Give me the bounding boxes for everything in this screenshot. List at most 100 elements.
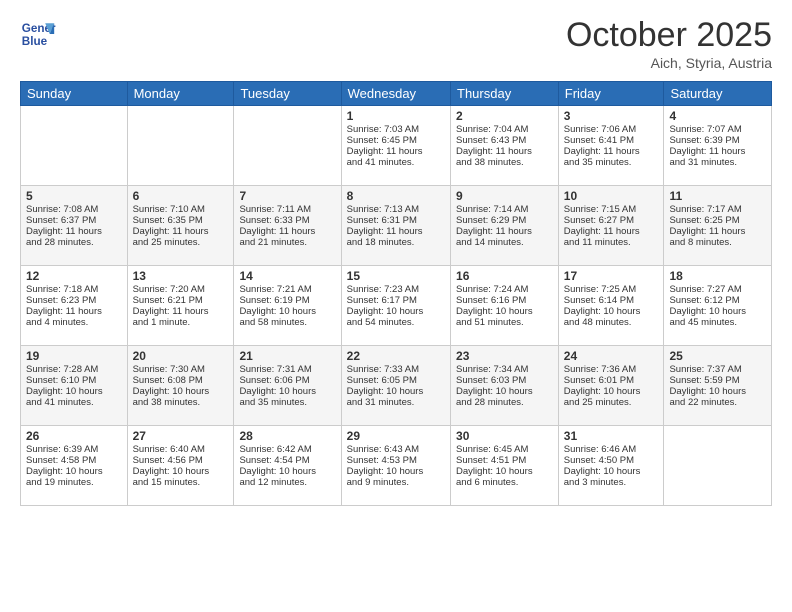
calendar-cell: 6Sunrise: 7:10 AMSunset: 6:35 PMDaylight…: [127, 186, 234, 266]
logo-icon: General Blue: [20, 16, 56, 52]
day-info: and 58 minutes.: [239, 317, 335, 328]
calendar-cell: 2Sunrise: 7:04 AMSunset: 6:43 PMDaylight…: [451, 106, 559, 186]
calendar-cell: 5Sunrise: 7:08 AMSunset: 6:37 PMDaylight…: [21, 186, 128, 266]
calendar-cell: 8Sunrise: 7:13 AMSunset: 6:31 PMDaylight…: [341, 186, 450, 266]
day-number: 1: [347, 109, 445, 123]
calendar-cell: [127, 106, 234, 186]
calendar-cell: 11Sunrise: 7:17 AMSunset: 6:25 PMDayligh…: [664, 186, 772, 266]
day-number: 17: [564, 269, 659, 283]
day-info: Daylight: 10 hours: [347, 386, 445, 397]
day-info: Daylight: 10 hours: [26, 466, 122, 477]
day-info: Daylight: 11 hours: [564, 146, 659, 157]
calendar-cell: 10Sunrise: 7:15 AMSunset: 6:27 PMDayligh…: [558, 186, 664, 266]
day-info: Daylight: 10 hours: [239, 386, 335, 397]
day-info: and 35 minutes.: [564, 157, 659, 168]
weekday-header-row: SundayMondayTuesdayWednesdayThursdayFrid…: [21, 82, 772, 106]
calendar-cell: 18Sunrise: 7:27 AMSunset: 6:12 PMDayligh…: [664, 266, 772, 346]
week-row-1: 1Sunrise: 7:03 AMSunset: 6:45 PMDaylight…: [21, 106, 772, 186]
day-number: 16: [456, 269, 553, 283]
day-info: Sunset: 6:35 PM: [133, 215, 229, 226]
day-info: and 41 minutes.: [26, 397, 122, 408]
day-info: Daylight: 10 hours: [347, 466, 445, 477]
day-number: 27: [133, 429, 229, 443]
day-info: Daylight: 11 hours: [456, 226, 553, 237]
day-info: Daylight: 10 hours: [26, 386, 122, 397]
day-info: Sunrise: 7:20 AM: [133, 284, 229, 295]
day-info: Sunrise: 7:06 AM: [564, 124, 659, 135]
day-info: Daylight: 10 hours: [669, 306, 766, 317]
day-number: 30: [456, 429, 553, 443]
weekday-header-wednesday: Wednesday: [341, 82, 450, 106]
day-info: Daylight: 10 hours: [133, 466, 229, 477]
calendar-cell: [234, 106, 341, 186]
day-info: and 41 minutes.: [347, 157, 445, 168]
day-info: Sunset: 6:33 PM: [239, 215, 335, 226]
calendar-cell: 20Sunrise: 7:30 AMSunset: 6:08 PMDayligh…: [127, 346, 234, 426]
day-info: Sunset: 6:03 PM: [456, 375, 553, 386]
day-info: Sunrise: 7:18 AM: [26, 284, 122, 295]
day-info: and 14 minutes.: [456, 237, 553, 248]
day-info: and 38 minutes.: [456, 157, 553, 168]
day-info: and 25 minutes.: [133, 237, 229, 248]
day-info: Sunrise: 7:37 AM: [669, 364, 766, 375]
day-info: Sunrise: 7:03 AM: [347, 124, 445, 135]
day-info: Sunrise: 7:08 AM: [26, 204, 122, 215]
day-info: Sunrise: 6:40 AM: [133, 444, 229, 455]
calendar-cell: 22Sunrise: 7:33 AMSunset: 6:05 PMDayligh…: [341, 346, 450, 426]
day-info: and 8 minutes.: [669, 237, 766, 248]
day-number: 25: [669, 349, 766, 363]
day-info: Sunrise: 7:31 AM: [239, 364, 335, 375]
day-number: 7: [239, 189, 335, 203]
day-info: and 28 minutes.: [26, 237, 122, 248]
calendar-cell: 26Sunrise: 6:39 AMSunset: 4:58 PMDayligh…: [21, 426, 128, 506]
day-number: 3: [564, 109, 659, 123]
day-info: and 38 minutes.: [133, 397, 229, 408]
day-info: Sunset: 4:54 PM: [239, 455, 335, 466]
day-info: Sunrise: 6:45 AM: [456, 444, 553, 455]
day-number: 13: [133, 269, 229, 283]
calendar-cell: 27Sunrise: 6:40 AMSunset: 4:56 PMDayligh…: [127, 426, 234, 506]
day-info: Daylight: 11 hours: [26, 306, 122, 317]
day-info: Sunrise: 7:34 AM: [456, 364, 553, 375]
day-info: Sunrise: 7:14 AM: [456, 204, 553, 215]
weekday-header-sunday: Sunday: [21, 82, 128, 106]
day-info: Sunrise: 7:28 AM: [26, 364, 122, 375]
day-info: Sunrise: 7:17 AM: [669, 204, 766, 215]
day-info: Sunset: 6:41 PM: [564, 135, 659, 146]
day-info: Daylight: 10 hours: [564, 466, 659, 477]
calendar-cell: 7Sunrise: 7:11 AMSunset: 6:33 PMDaylight…: [234, 186, 341, 266]
day-number: 21: [239, 349, 335, 363]
day-number: 4: [669, 109, 766, 123]
day-info: Sunrise: 7:11 AM: [239, 204, 335, 215]
day-number: 22: [347, 349, 445, 363]
calendar: SundayMondayTuesdayWednesdayThursdayFrid…: [20, 81, 772, 506]
day-info: Daylight: 11 hours: [26, 226, 122, 237]
day-info: Sunset: 4:56 PM: [133, 455, 229, 466]
day-info: Sunset: 6:10 PM: [26, 375, 122, 386]
day-number: 19: [26, 349, 122, 363]
day-info: Sunrise: 7:30 AM: [133, 364, 229, 375]
day-info: Sunrise: 6:42 AM: [239, 444, 335, 455]
day-number: 26: [26, 429, 122, 443]
week-row-3: 12Sunrise: 7:18 AMSunset: 6:23 PMDayligh…: [21, 266, 772, 346]
day-number: 15: [347, 269, 445, 283]
day-info: Sunset: 6:12 PM: [669, 295, 766, 306]
calendar-cell: 16Sunrise: 7:24 AMSunset: 6:16 PMDayligh…: [451, 266, 559, 346]
day-info: Daylight: 11 hours: [347, 226, 445, 237]
day-number: 24: [564, 349, 659, 363]
day-info: Daylight: 10 hours: [456, 386, 553, 397]
day-info: Daylight: 11 hours: [133, 226, 229, 237]
day-info: Sunset: 6:37 PM: [26, 215, 122, 226]
day-info: Sunrise: 6:46 AM: [564, 444, 659, 455]
day-info: and 35 minutes.: [239, 397, 335, 408]
day-info: and 31 minutes.: [669, 157, 766, 168]
day-info: Sunset: 6:06 PM: [239, 375, 335, 386]
day-info: and 21 minutes.: [239, 237, 335, 248]
calendar-cell: 13Sunrise: 7:20 AMSunset: 6:21 PMDayligh…: [127, 266, 234, 346]
weekday-header-friday: Friday: [558, 82, 664, 106]
logo: General Blue: [20, 16, 60, 52]
day-info: Daylight: 10 hours: [456, 466, 553, 477]
day-info: and 11 minutes.: [564, 237, 659, 248]
day-info: Sunset: 6:23 PM: [26, 295, 122, 306]
day-number: 14: [239, 269, 335, 283]
